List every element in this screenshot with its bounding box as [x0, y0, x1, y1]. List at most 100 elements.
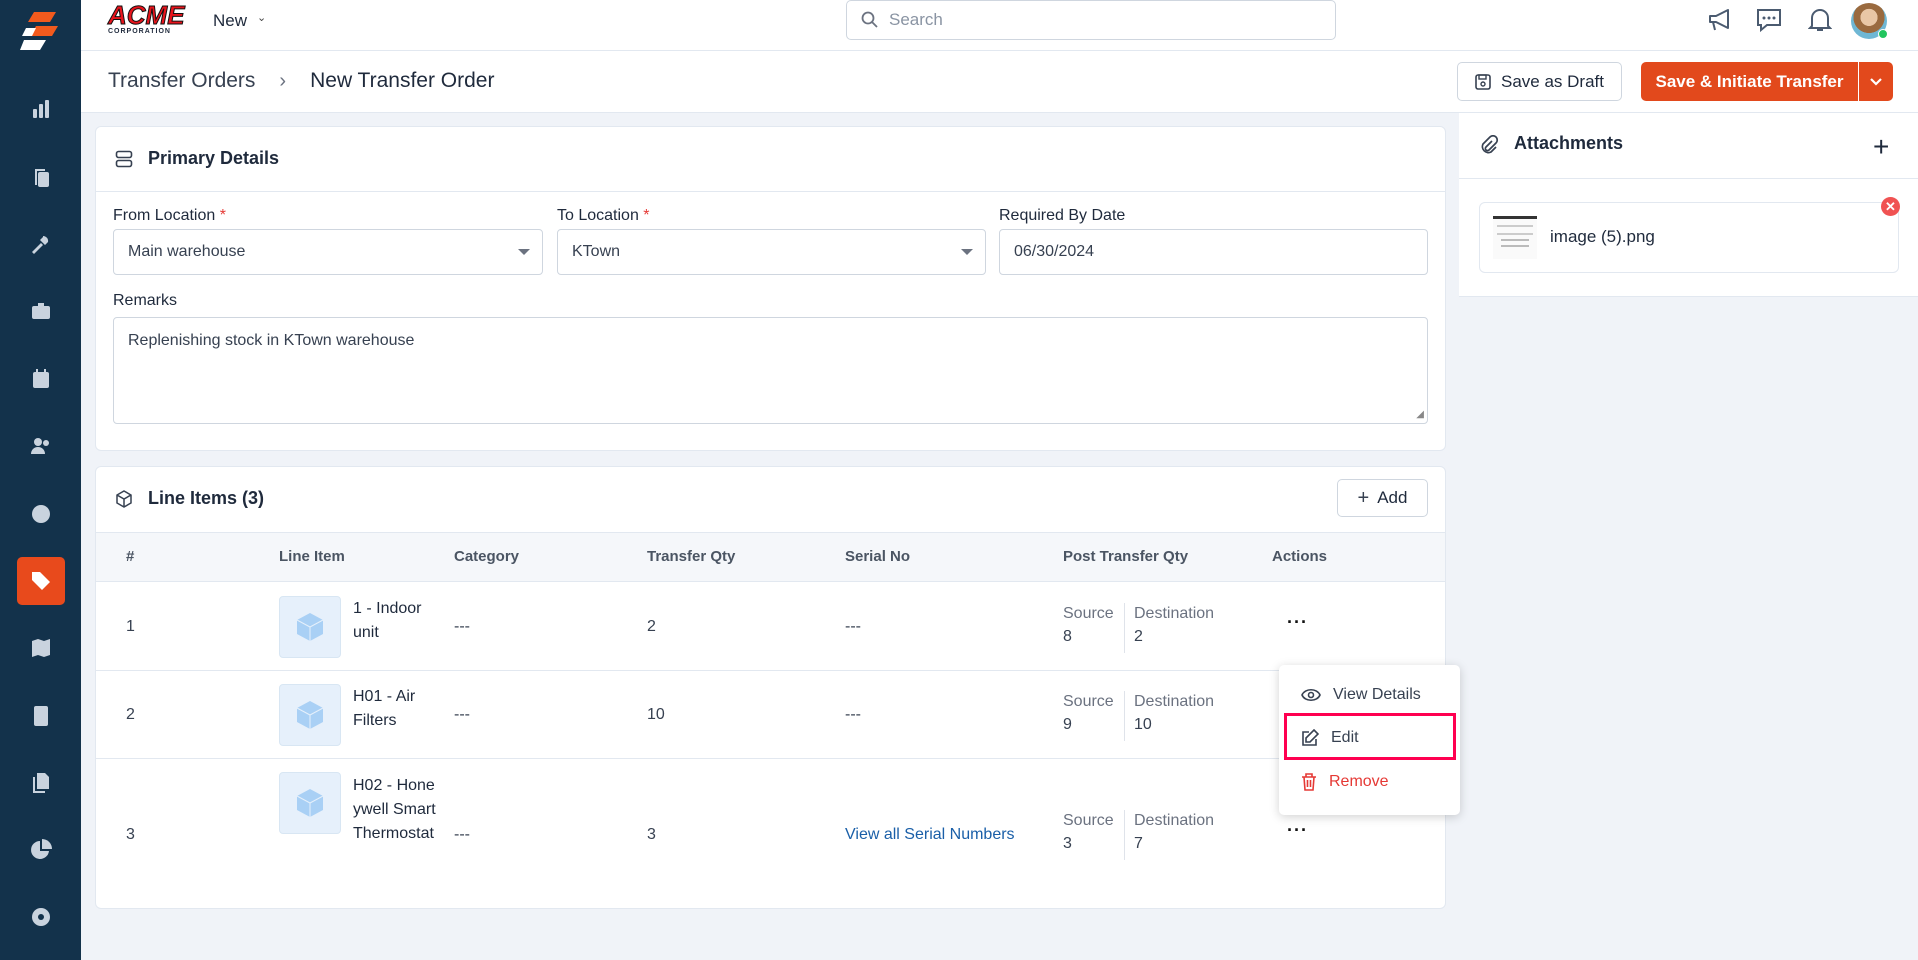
save-options-dropdown[interactable]	[1859, 62, 1893, 101]
remarks-value: Replenishing stock in KTown warehouse	[128, 332, 415, 349]
remove-attachment-icon[interactable]: ✕	[1881, 197, 1900, 216]
cube-icon	[296, 701, 324, 729]
tools-icon[interactable]	[17, 221, 65, 269]
required-mark: *	[219, 207, 226, 224]
calendar-icon[interactable]	[17, 355, 65, 403]
menu-item-remove[interactable]: Remove	[1279, 762, 1460, 802]
highlight-box	[1284, 713, 1456, 760]
search-placeholder: Search	[889, 10, 943, 29]
attachments-panel: Attachments + image (5).png ✕	[1459, 113, 1918, 297]
tag-icon[interactable]	[17, 557, 65, 605]
destination-qty: 2	[1134, 628, 1143, 645]
new-dropdown[interactable]: New ⌄	[213, 11, 266, 31]
destination-qty: 7	[1134, 835, 1143, 852]
logo-text: ACME	[108, 0, 186, 30]
add-attachment-icon[interactable]: +	[1873, 133, 1889, 161]
source-label: Source	[1063, 693, 1114, 710]
save-initiate-button[interactable]: Save & Initiate Transfer	[1641, 62, 1859, 101]
cube-icon	[296, 613, 324, 641]
chat-icon[interactable]	[1755, 7, 1783, 33]
server-stack-icon	[115, 150, 133, 168]
settings-icon[interactable]	[17, 893, 65, 941]
column-header-post-transfer-qty: Post Transfer Qty	[1063, 548, 1189, 565]
add-line-item-button[interactable]: + Add	[1337, 479, 1428, 517]
line-items-title: Line Items (3)	[148, 488, 265, 508]
remove-label: Remove	[1329, 773, 1389, 790]
clock-icon[interactable]	[17, 490, 65, 538]
row-divider	[95, 670, 1446, 671]
attachment-file-name[interactable]: image (5).png	[1550, 227, 1655, 247]
chevron-down-icon: ⌄	[257, 12, 267, 24]
divider	[95, 191, 1446, 192]
attachments-title: Attachments	[1514, 133, 1624, 153]
serial-no-value: ---	[845, 618, 861, 635]
resize-handle-icon[interactable]: ◢	[1416, 409, 1424, 420]
file-thumbnail	[1493, 216, 1537, 259]
floppy-disk-icon	[1475, 73, 1491, 90]
remarks-textarea[interactable]: Replenishing stock in KTown warehouse ◢	[113, 317, 1428, 424]
map-icon[interactable]	[17, 624, 65, 672]
view-serial-numbers-link[interactable]: View all Serial Numbers	[845, 826, 1015, 844]
product-thumbnail	[279, 596, 341, 658]
chevron-down-icon	[1870, 77, 1882, 86]
category-value: ---	[454, 706, 470, 723]
acme-logo[interactable]: ACME CORPORATION	[108, 2, 186, 38]
primary-details-title: Primary Details	[148, 148, 280, 168]
to-location-select[interactable]: KTown	[557, 229, 986, 275]
required-by-date-input[interactable]: 06/30/2024	[999, 229, 1428, 275]
save-initiate-split-button: Save & Initiate Transfer	[1641, 62, 1893, 101]
analytics-icon[interactable]	[17, 85, 65, 133]
breadcrumb-transfer-orders[interactable]: Transfer Orders	[108, 69, 255, 93]
save-draft-label: Save as Draft	[1501, 71, 1604, 91]
users-icon[interactable]	[17, 422, 65, 470]
to-location-label-text: To Location	[557, 207, 639, 224]
column-header-category: Category	[454, 548, 520, 565]
view-details-label: View Details	[1333, 686, 1421, 703]
save-draft-button[interactable]: Save as Draft	[1457, 62, 1622, 101]
caret-down-icon	[961, 249, 973, 255]
caret-down-icon	[518, 249, 530, 255]
source-label: Source	[1063, 812, 1114, 829]
line-item-name[interactable]: 1 - Indoor unit	[353, 597, 435, 645]
attachment-file-card[interactable]: image (5).png ✕	[1479, 197, 1900, 273]
bell-icon[interactable]	[1808, 7, 1832, 33]
more-actions-icon[interactable]: ···	[1287, 820, 1308, 841]
breadcrumb: Transfer Orders › New Transfer Order	[108, 69, 494, 93]
serial-no-value: ---	[845, 706, 861, 723]
line-item-name[interactable]: H01 - Air Filters	[353, 685, 435, 733]
required-mark: *	[643, 207, 650, 224]
briefcase-icon[interactable]	[17, 287, 65, 335]
column-header-transfer-qty: Transfer Qty	[647, 548, 736, 565]
source-qty: 9	[1063, 716, 1072, 733]
chevron-right-icon: ›	[279, 69, 287, 92]
trash-icon	[1302, 773, 1316, 791]
documents-icon[interactable]	[17, 759, 65, 807]
cube-icon	[296, 789, 324, 817]
divider	[1124, 603, 1125, 653]
destination-label: Destination	[1134, 693, 1215, 710]
column-header-line-item: Line Item	[279, 548, 345, 565]
row-divider	[95, 758, 1446, 759]
product-thumbnail	[279, 684, 341, 746]
line-item-name[interactable]: H02 - Honeywell Smart Thermostat	[353, 774, 439, 846]
divider	[1124, 691, 1125, 741]
calculator-icon[interactable]	[17, 692, 65, 740]
pie-chart-icon[interactable]	[17, 826, 65, 874]
source-qty: 8	[1063, 628, 1072, 645]
new-label: New	[213, 11, 248, 30]
user-avatar[interactable]	[1851, 3, 1888, 39]
app-logo-icon[interactable]	[20, 10, 62, 63]
transfer-qty-value: 3	[647, 826, 656, 843]
from-location-label-text: From Location	[113, 207, 216, 224]
megaphone-icon[interactable]	[1706, 7, 1734, 33]
tasks-icon[interactable]	[17, 153, 65, 201]
from-location-select[interactable]: Main warehouse	[113, 229, 543, 275]
from-location-value: Main warehouse	[128, 243, 246, 260]
search-input[interactable]: Search	[846, 0, 1336, 40]
column-header-number: #	[126, 548, 135, 565]
more-actions-icon[interactable]: ···	[1287, 612, 1308, 633]
menu-item-view-details[interactable]: View Details	[1279, 675, 1460, 715]
paperclip-icon	[1481, 135, 1499, 154]
page-title: New Transfer Order	[310, 69, 495, 92]
sidebar	[0, 0, 81, 960]
